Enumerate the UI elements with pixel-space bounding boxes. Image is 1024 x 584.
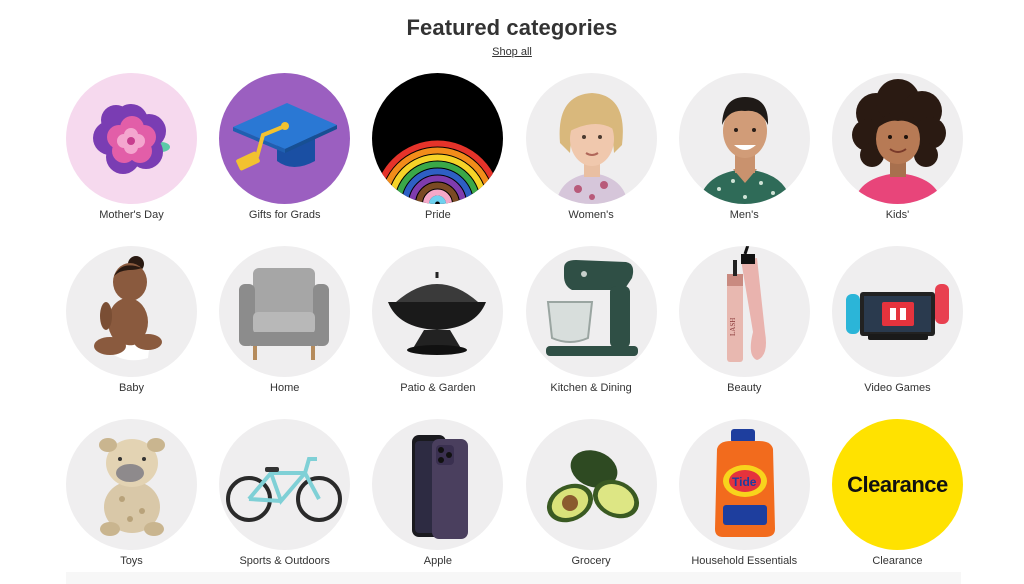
category-label: Patio & Garden — [400, 382, 476, 394]
category-sports-outdoors[interactable]: Sports & Outdoors — [219, 419, 351, 568]
category-mothers-day[interactable]: Mother's Day — [66, 73, 197, 222]
category-image: LASH — [678, 246, 810, 377]
category-kitchen-dining[interactable]: Kitchen & Dining — [525, 246, 657, 395]
category-image: Tide — [678, 419, 810, 550]
category-image — [831, 73, 963, 204]
category-label: Video Games — [864, 382, 931, 394]
category-label: Women's — [568, 209, 614, 221]
clearance-badge: Clearance — [831, 419, 963, 550]
category-clearance[interactable]: Clearance Clearance — [831, 419, 963, 568]
child-portrait-icon — [851, 79, 946, 204]
baby-icon — [94, 256, 162, 361]
category-label: Kitchen & Dining — [550, 382, 632, 394]
category-baby[interactable]: Baby — [66, 246, 197, 395]
avocado-icon — [546, 450, 639, 523]
category-kids[interactable]: Kids' — [831, 73, 963, 222]
category-label: Kids' — [885, 209, 910, 221]
category-label: Sports & Outdoors — [239, 555, 330, 567]
clearance-badge-text: Clearance — [847, 471, 948, 497]
category-image — [525, 73, 657, 204]
category-image — [219, 246, 351, 377]
category-image — [66, 73, 197, 204]
category-label: Grocery — [571, 555, 611, 567]
category-video-games[interactable]: Video Games — [831, 246, 963, 395]
category-image — [525, 419, 657, 550]
category-image — [372, 73, 504, 204]
category-label: Toys — [120, 555, 143, 567]
category-image — [831, 246, 963, 377]
bicycle-icon — [226, 457, 343, 522]
man-portrait-icon — [698, 97, 791, 204]
category-household-essentials[interactable]: Tide Household Essentials — [678, 419, 810, 568]
smartphone-icon — [412, 435, 469, 539]
flower-icon — [93, 104, 170, 174]
game-console-icon — [845, 284, 949, 340]
category-image — [66, 246, 197, 377]
detergent-icon: Tide — [714, 429, 775, 537]
category-image — [372, 419, 504, 550]
category-image — [678, 73, 810, 204]
category-label: Household Essentials — [691, 555, 798, 567]
category-toys[interactable]: Toys — [66, 419, 197, 568]
category-mens[interactable]: Men's — [678, 73, 810, 222]
plush-toy-icon — [99, 438, 165, 536]
category-gifts-for-grads[interactable]: Gifts for Grads — [219, 73, 351, 222]
armchair-icon — [239, 268, 330, 360]
next-section-band — [66, 572, 961, 584]
category-patio-garden[interactable]: Patio & Garden — [372, 246, 504, 395]
mascara-icon: LASH — [726, 246, 766, 362]
category-image — [372, 246, 504, 377]
category-womens[interactable]: Women's — [525, 73, 657, 222]
svg-text:Tide: Tide — [732, 475, 757, 489]
category-label: Beauty — [727, 382, 762, 394]
category-apple[interactable]: Apple — [372, 419, 504, 568]
category-label: Apple — [423, 555, 452, 567]
svg-text:LASH: LASH — [729, 318, 737, 336]
shop-all-link[interactable]: Shop all — [492, 46, 532, 58]
woman-portrait-icon — [555, 93, 628, 204]
rainbow-icon — [374, 140, 502, 204]
category-label: Clearance — [872, 555, 923, 567]
category-label: Pride — [425, 209, 451, 221]
category-grocery[interactable]: Grocery — [525, 419, 657, 568]
category-image — [66, 419, 197, 550]
section-title: Featured categories — [406, 15, 618, 40]
category-image — [219, 73, 351, 204]
category-image — [219, 419, 351, 550]
fire-pit-icon — [388, 272, 487, 355]
graduation-cap-icon — [233, 103, 338, 171]
category-grid: Mother's Day Gifts for Grads Pride Women… — [66, 73, 963, 568]
category-label: Mother's Day — [99, 209, 164, 221]
category-image — [525, 246, 657, 377]
category-pride[interactable]: Pride — [372, 73, 504, 222]
category-home[interactable]: Home — [219, 246, 351, 395]
category-label: Baby — [118, 382, 145, 394]
category-label: Home — [270, 382, 300, 394]
stand-mixer-icon — [545, 260, 638, 356]
category-beauty[interactable]: LASH Beauty — [678, 246, 810, 395]
category-label: Gifts for Grads — [248, 209, 321, 221]
category-label: Men's — [729, 209, 759, 221]
